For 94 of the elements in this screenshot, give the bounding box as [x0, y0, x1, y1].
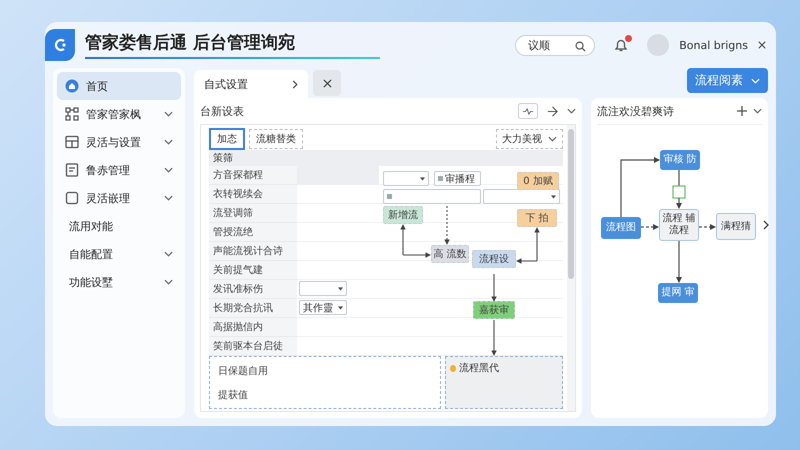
scrollbar[interactable] [567, 125, 575, 411]
flow-node: 0 加赋 [517, 172, 559, 190]
pin-icon [450, 364, 456, 372]
chevron-down-icon [751, 78, 760, 84]
grid-icon [438, 176, 443, 181]
caret-icon [420, 176, 425, 180]
connector-arrow [400, 224, 431, 258]
flow-node: 高 流数 [431, 245, 469, 263]
sidebar-item[interactable]: 管家管家枫 [57, 100, 181, 128]
table-header: 策筛 [209, 150, 563, 166]
chevron-right-icon [292, 80, 298, 88]
connector-arrow [516, 227, 540, 264]
window-icon [65, 135, 79, 149]
view-select[interactable]: 大力美视 [496, 129, 563, 149]
caret-icon [338, 306, 343, 310]
close-icon[interactable] [758, 41, 766, 49]
form-tab[interactable]: 流糖替类 [249, 129, 303, 149]
home-icon [65, 79, 79, 93]
user-name: Bonal brigns [679, 38, 748, 52]
note-text: 流程黑代 [459, 362, 499, 375]
sidebar-item[interactable]: 灵活嵌理 [57, 184, 181, 212]
waveform-icon [522, 108, 534, 114]
connector-arrow [676, 241, 682, 283]
row-label: 高据抛信内 [209, 318, 297, 337]
sidebar-item[interactable]: 首页 [57, 72, 181, 100]
panel-title: 台新设表 [200, 104, 245, 118]
row-label: 长期党合抗讯 [209, 299, 297, 318]
square-icon [65, 191, 79, 205]
search-field[interactable]: 议顺 [515, 34, 596, 56]
row-label: 衣转视续会 [209, 185, 297, 204]
editor-tab[interactable]: 自式设置 [194, 70, 308, 98]
flow-node: 提网 审 [658, 283, 698, 303]
flow-node: 审核 防 [660, 150, 700, 170]
row-label: 流登调筛 [209, 204, 297, 223]
connector-arrow [491, 320, 497, 356]
chevron-down-icon [164, 111, 173, 117]
row-label: 发讯准标伤 [209, 280, 297, 299]
flow-node: 下 拍 [517, 209, 557, 227]
row-label: 提获值 [217, 388, 249, 402]
flow-node: 新增流 [383, 206, 423, 224]
close-icon [322, 78, 332, 88]
select-field[interactable]: 其作靈 [299, 300, 347, 315]
sidebar-item[interactable]: 流用对能 [57, 212, 181, 240]
connector-arrow [699, 224, 716, 230]
plus-icon[interactable] [737, 106, 747, 116]
flow-node: 流程设 [472, 250, 516, 268]
sidebar-item[interactable]: 功能设墅 [57, 268, 181, 296]
row-label: 管授流绝 [209, 223, 297, 242]
select-field[interactable] [383, 171, 429, 186]
flow-node: 满程猜 [716, 213, 756, 240]
row-label: 日保题自用 [217, 364, 269, 378]
search-icon [575, 40, 586, 52]
chevron-down-icon [164, 139, 173, 145]
chevron-down-icon [753, 108, 762, 114]
input-field[interactable]: 审播程 [434, 171, 481, 186]
app-logo-icon [45, 29, 75, 61]
connector-arrow [641, 224, 659, 230]
close-tab-button[interactable] [313, 70, 341, 96]
waveform-button[interactable] [518, 103, 538, 119]
chevron-down-icon [164, 279, 173, 285]
panel-title: 流注欢没碧爽诗 [597, 104, 675, 118]
chevron-down-icon [164, 167, 173, 173]
row-label: 关前提气建 [209, 261, 297, 280]
connector-arrow [491, 274, 497, 302]
select-field[interactable] [483, 189, 560, 204]
notification-bell-icon[interactable] [613, 37, 630, 53]
chevron-down-icon [567, 108, 576, 114]
nodes-icon [65, 107, 79, 121]
chevron-down-icon [164, 195, 173, 201]
grid-icon [387, 194, 392, 199]
chevron-down-icon [548, 136, 557, 142]
flow-node: 流程 辅流程 [659, 209, 699, 241]
sidebar-item[interactable]: 鲁赤管理 [57, 156, 181, 184]
gateway-node [672, 185, 686, 199]
flow-node: 嘉获审 [473, 301, 515, 319]
connector-arrow [620, 157, 660, 217]
row-label: 声能流视计合诗 [209, 242, 297, 261]
flow-node: 流程图 [601, 217, 641, 239]
document-icon [65, 163, 79, 177]
input-field[interactable] [383, 189, 481, 204]
select-field[interactable] [299, 281, 347, 296]
app-title: 管家娄售后通 后台管理询宛 [85, 32, 296, 54]
row-label: 笑前驱本台启徒 [209, 337, 297, 356]
chevron-down-icon [164, 251, 173, 257]
connector-line [678, 170, 680, 186]
caret-icon [551, 194, 556, 198]
flow-dropdown-button[interactable]: 流程阅素 [687, 68, 768, 93]
sidebar-item[interactable]: 灵活与设置 [57, 128, 181, 156]
connector-arrow [676, 198, 682, 209]
caret-icon [338, 286, 343, 290]
sidebar-item[interactable]: 自能配置 [57, 240, 181, 268]
form-tab[interactable]: 加态 [209, 128, 245, 150]
chevron-right-icon[interactable] [763, 220, 769, 230]
connector-arrow [444, 206, 450, 245]
